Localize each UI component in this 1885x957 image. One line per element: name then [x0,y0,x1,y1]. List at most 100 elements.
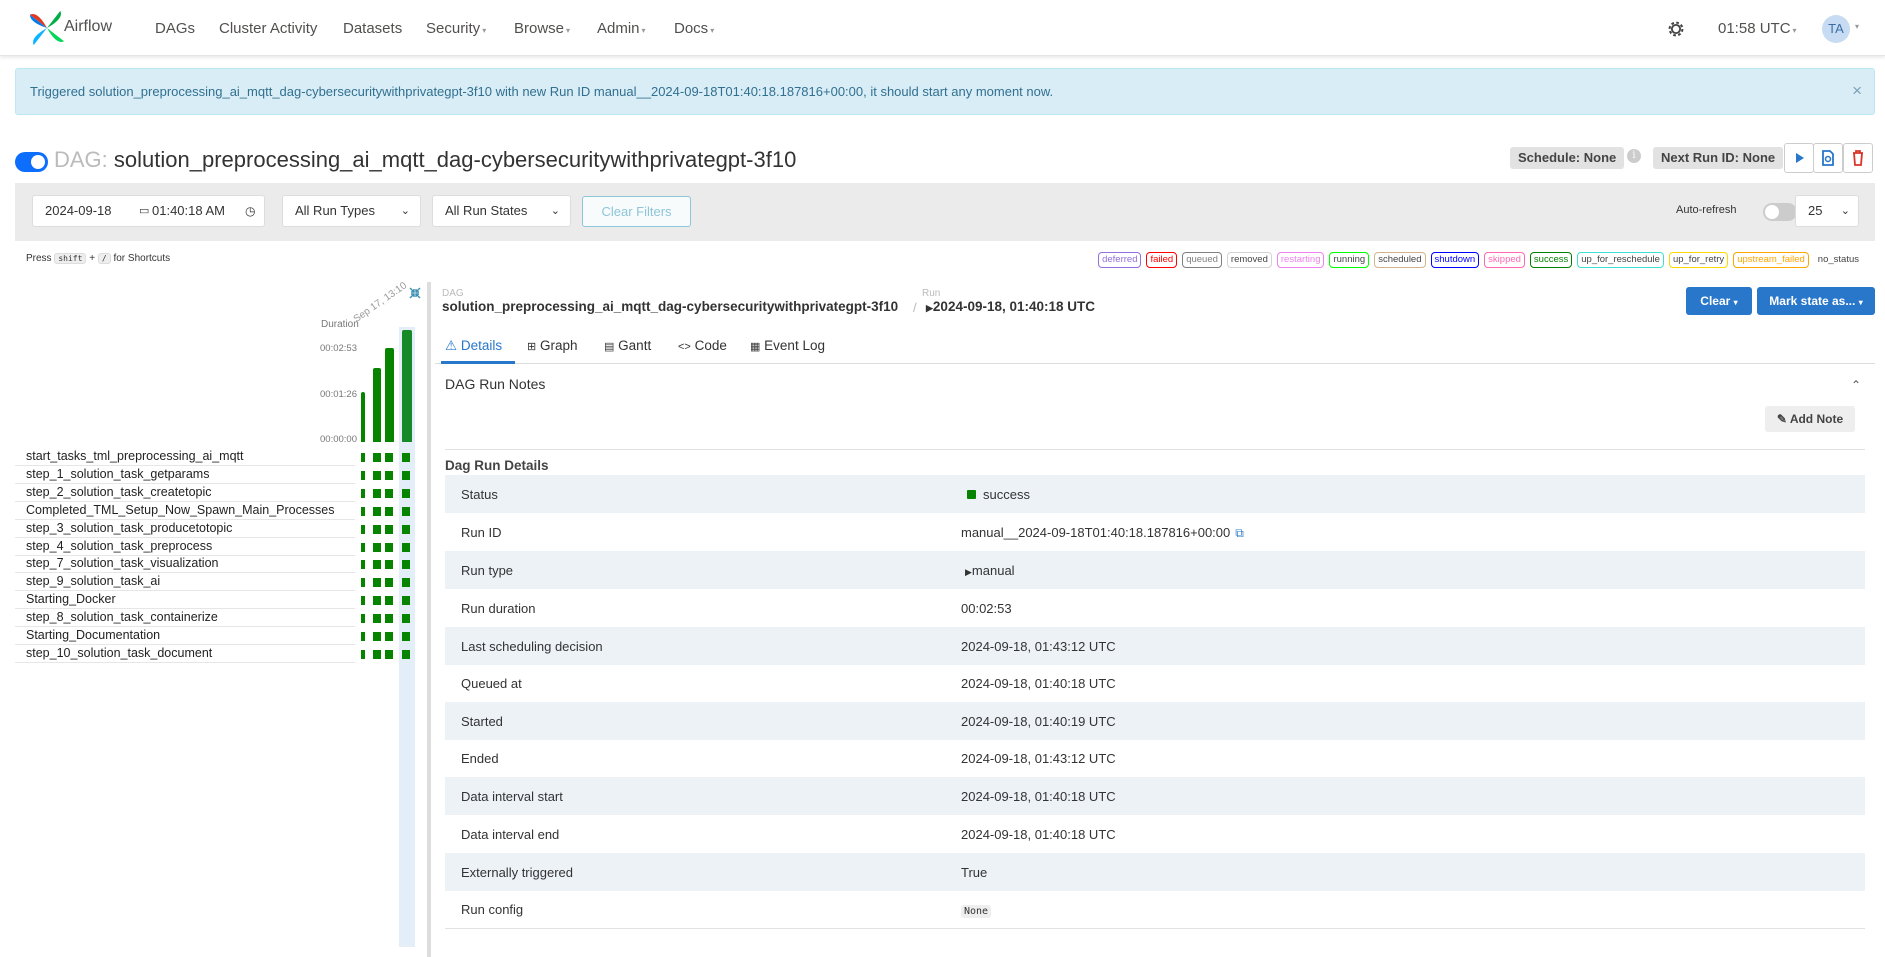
task-instance-status[interactable] [402,649,410,659]
task-row[interactable]: start_tasks_tml_preprocessing_ai_mqtt [15,448,355,466]
task-instance-status[interactable] [361,578,365,588]
nav-docs[interactable]: Docs ▾ [674,20,714,37]
task-instance-status[interactable] [402,542,410,552]
task-instance-status[interactable] [373,596,381,606]
task-instance-status[interactable] [373,578,381,588]
task-row[interactable]: step_7_solution_task_visualization [15,555,355,574]
task-row[interactable]: Completed_TML_Setup_Now_Spawn_Main_Proce… [15,502,355,520]
airflow-logo-icon[interactable] [28,9,66,47]
close-icon[interactable]: × [1852,81,1862,101]
legend-no-status[interactable]: no_status [1814,252,1863,268]
task-instance-status[interactable] [361,596,365,606]
nav-datasets[interactable]: Datasets [343,20,402,37]
task-row[interactable]: step_4_solution_task_preprocess [15,538,355,556]
info-icon[interactable]: i [1627,149,1641,163]
calendar-icon[interactable]: ▭ [139,196,149,226]
task-instance-status[interactable] [361,542,365,552]
task-instance-status[interactable] [361,453,365,462]
clear-button[interactable]: Clear ▾ [1686,287,1752,315]
breadcrumb-run[interactable]: ▶2024-09-18, 01:40:18 UTC [926,299,1095,314]
task-row[interactable]: Starting_Documentation [15,627,355,645]
legend-running[interactable]: running [1329,252,1370,268]
task-row[interactable]: step_10_solution_task_document [15,645,355,663]
task-instance-status[interactable] [385,649,393,659]
task-instance-status[interactable] [373,649,381,659]
task-instance-status[interactable] [402,506,410,516]
task-instance-status[interactable] [402,596,410,606]
task-instance-status[interactable] [361,524,365,534]
task-instance-status[interactable] [385,488,393,498]
task-row[interactable]: step_9_solution_task_ai [15,573,355,592]
run-duration-bar[interactable] [385,348,394,442]
legend-up-for-retry[interactable]: up_for_retry [1668,252,1729,268]
legend-restarting[interactable]: restarting [1276,252,1325,268]
task-row[interactable]: step_2_solution_task_createtopic [15,484,355,502]
task-instance-status[interactable] [402,560,410,570]
legend-failed[interactable]: failed [1146,252,1178,268]
task-row[interactable]: step_8_solution_task_containerize [15,609,355,628]
task-instance-status[interactable] [402,470,410,480]
copy-icon[interactable]: ⧉ [1235,526,1244,540]
nav-cluster-activity[interactable]: Cluster Activity [219,20,317,37]
tab-details[interactable]: ⚠ Details [445,338,502,354]
task-instance-status[interactable] [402,614,410,624]
chevron-down-icon[interactable]: ▾ [1855,22,1859,31]
task-instance-status[interactable] [373,453,381,462]
clear-filters-button[interactable]: Clear Filters [582,196,691,227]
task-instance-status[interactable] [361,649,365,659]
legend-scheduled[interactable]: scheduled [1374,252,1426,268]
tab-code[interactable]: <> Code [678,338,727,353]
task-instance-status[interactable] [385,506,393,516]
run-duration-bar[interactable] [373,368,381,442]
task-instance-status[interactable] [373,506,381,516]
user-avatar[interactable]: TA [1822,15,1850,43]
task-instance-status[interactable] [402,488,410,498]
collapse-icon[interactable] [408,286,422,300]
legend-queued[interactable]: queued [1182,252,1222,268]
brand-name[interactable]: Airflow [64,18,112,36]
nav-admin[interactable]: Admin ▾ [597,20,646,37]
task-instance-status[interactable] [385,524,393,534]
task-instance-status[interactable] [373,614,381,624]
task-instance-status[interactable] [373,488,381,498]
legend-up-for-reschedule[interactable]: up_for_reschedule [1577,252,1664,268]
legend-upstream-failed[interactable]: upstream_failed [1733,252,1809,268]
task-instance-status[interactable] [402,578,410,588]
task-instance-status[interactable] [361,560,365,570]
task-instance-status[interactable] [361,488,365,498]
legend-deferred[interactable]: deferred [1098,252,1142,268]
nav-security[interactable]: Security ▾ [426,20,486,37]
task-instance-status[interactable] [385,542,393,552]
task-instance-status[interactable] [402,632,410,641]
task-instance-status[interactable] [373,524,381,534]
breadcrumb-dag-id[interactable]: solution_preprocessing_ai_mqtt_dag-cyber… [442,299,898,314]
page-size-select[interactable]: 25 ⌄ [1795,195,1859,227]
legend-success[interactable]: success [1529,252,1573,268]
parse-dag-button[interactable] [1813,143,1843,173]
nav-browse[interactable]: Browse ▾ [514,20,570,37]
auto-refresh-toggle[interactable] [1763,203,1797,221]
tab-gantt[interactable]: ▤ Gantt [604,338,651,353]
task-instance-status[interactable] [361,506,365,516]
tab-graph[interactable]: ⊞ Graph [527,338,578,353]
date-time-input[interactable]: 2024-09-18 ▭ 01:40:18 AM ◷ [32,195,265,227]
panel-resize-handle[interactable] [427,282,431,957]
add-note-button[interactable]: ✎ Add Note [1765,406,1855,432]
notes-title[interactable]: DAG Run Notes [445,376,545,392]
utc-clock[interactable]: 01:58 UTC ▾ [1718,20,1797,37]
tab-event-log[interactable]: ▦ Event Log [750,338,825,353]
delete-dag-button[interactable] [1843,143,1873,173]
task-instance-status[interactable] [385,596,393,606]
task-instance-status[interactable] [373,632,381,641]
task-instance-status[interactable] [385,470,393,480]
gear-icon[interactable] [1665,18,1687,40]
chevron-up-icon[interactable]: ⌃ [1851,378,1861,392]
task-instance-status[interactable] [385,578,393,588]
nav-dags[interactable]: DAGs [155,20,195,37]
task-instance-status[interactable] [402,524,410,534]
task-instance-status[interactable] [385,614,393,624]
trigger-dag-button[interactable] [1784,143,1814,173]
task-instance-status[interactable] [385,560,393,570]
run-types-select[interactable]: All Run Types ⌄ [282,195,421,227]
task-instance-status[interactable] [361,632,365,641]
